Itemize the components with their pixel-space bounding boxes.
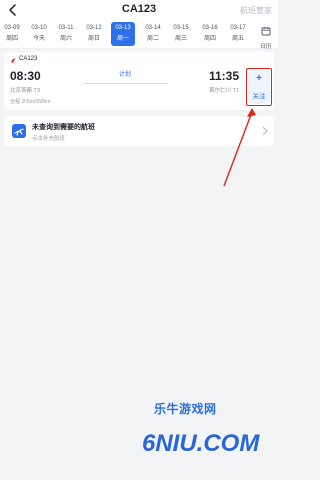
date-item-selected[interactable]: 03-13 周一: [111, 22, 135, 46]
top-bar: CA123 航班管家: [0, 0, 278, 20]
flight-card[interactable]: CA123 08:30 计划 11:35 北京首都 T3 首尔仁川 T1 全程 …: [4, 52, 274, 110]
highlight-box: [246, 68, 272, 106]
date-item[interactable]: 03-16 周四: [198, 22, 222, 46]
date-item[interactable]: 03-17 周五: [226, 22, 250, 46]
add-flight-icon: [12, 124, 26, 138]
flight-status: 计划: [118, 72, 131, 78]
page-title: CA123: [121, 3, 157, 15]
calendar-label: 日历: [260, 44, 272, 50]
flight-number: CA123: [19, 56, 38, 62]
arrival-airport: 首尔仁川 T1: [209, 88, 239, 94]
calendar-icon: [261, 27, 271, 36]
date-selector: 03-09 周四 03-10 今天 03-11 周六 03-12 周日 03-1…: [0, 20, 278, 50]
chevron-right-icon: [262, 126, 268, 136]
date-item[interactable]: 03-10 今天: [27, 22, 51, 46]
departure-time: 08:30: [10, 69, 41, 83]
watermark-domain: 6NIU.COM: [142, 430, 260, 457]
flight-not-found-card[interactable]: 未查询到需要的航班 点击补充航班: [4, 116, 274, 146]
watermark-logo: 乐牛游戏网 6NIU.COM: [118, 400, 274, 470]
calendar-button[interactable]: 日历: [258, 23, 274, 50]
airline-logo-icon: [11, 58, 16, 63]
not-found-subtitle: 点击补充航班: [32, 136, 66, 142]
not-found-title: 未查询到需要的航班: [32, 124, 95, 131]
flight-duration-distance: 全程 2h5m/958km: [10, 99, 51, 105]
date-item[interactable]: 03-15 周三: [169, 22, 193, 46]
date-item[interactable]: 03-09 周四: [0, 22, 24, 46]
watermark-brand: 乐牛游戏网: [154, 402, 217, 416]
date-item[interactable]: 03-14 周二: [141, 22, 165, 46]
arrival-time: 11:35: [209, 69, 240, 83]
date-item[interactable]: 03-12 周日: [82, 22, 106, 46]
departure-airport: 北京首都 T3: [10, 88, 40, 94]
route-line: [84, 83, 168, 84]
header-right-link[interactable]: 航班管家: [240, 5, 272, 16]
date-item[interactable]: 03-11 周六: [54, 22, 78, 46]
